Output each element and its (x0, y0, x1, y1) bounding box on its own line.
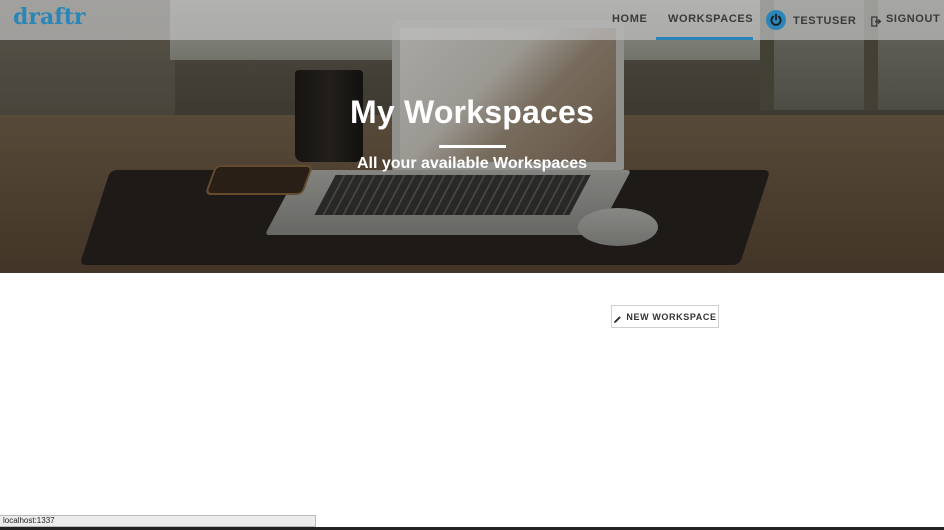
active-nav-indicator (656, 37, 753, 40)
browser-status-bar: localhost:1337 (0, 515, 316, 527)
page-title: My Workspaces (350, 94, 594, 130)
hero-overlay (0, 0, 944, 273)
signout-label: SIGNOUT (886, 13, 941, 25)
nav-link-home[interactable]: HOME (612, 13, 647, 25)
power-icon (766, 10, 786, 30)
new-workspace-label: NEW WORKSPACE (626, 311, 717, 322)
page-subtitle: All your available Workspaces (356, 155, 588, 172)
brand-logo[interactable]: draftr (13, 4, 85, 30)
nav-link-workspaces[interactable]: WORKSPACES (668, 13, 753, 25)
title-divider (439, 145, 506, 148)
signout-link[interactable]: SIGNOUT (871, 13, 941, 27)
top-navbar: draftr HOME WORKSPACES TESTUSER SIGNOUT (0, 0, 944, 40)
pencil-icon (613, 312, 622, 323)
signout-icon (871, 14, 882, 27)
user-menu[interactable]: TESTUSER (766, 9, 856, 31)
username-label: TESTUSER (793, 15, 857, 27)
hero-banner: My Workspaces All your available Workspa… (0, 0, 944, 273)
new-workspace-button[interactable]: NEW WORKSPACE (611, 305, 719, 328)
